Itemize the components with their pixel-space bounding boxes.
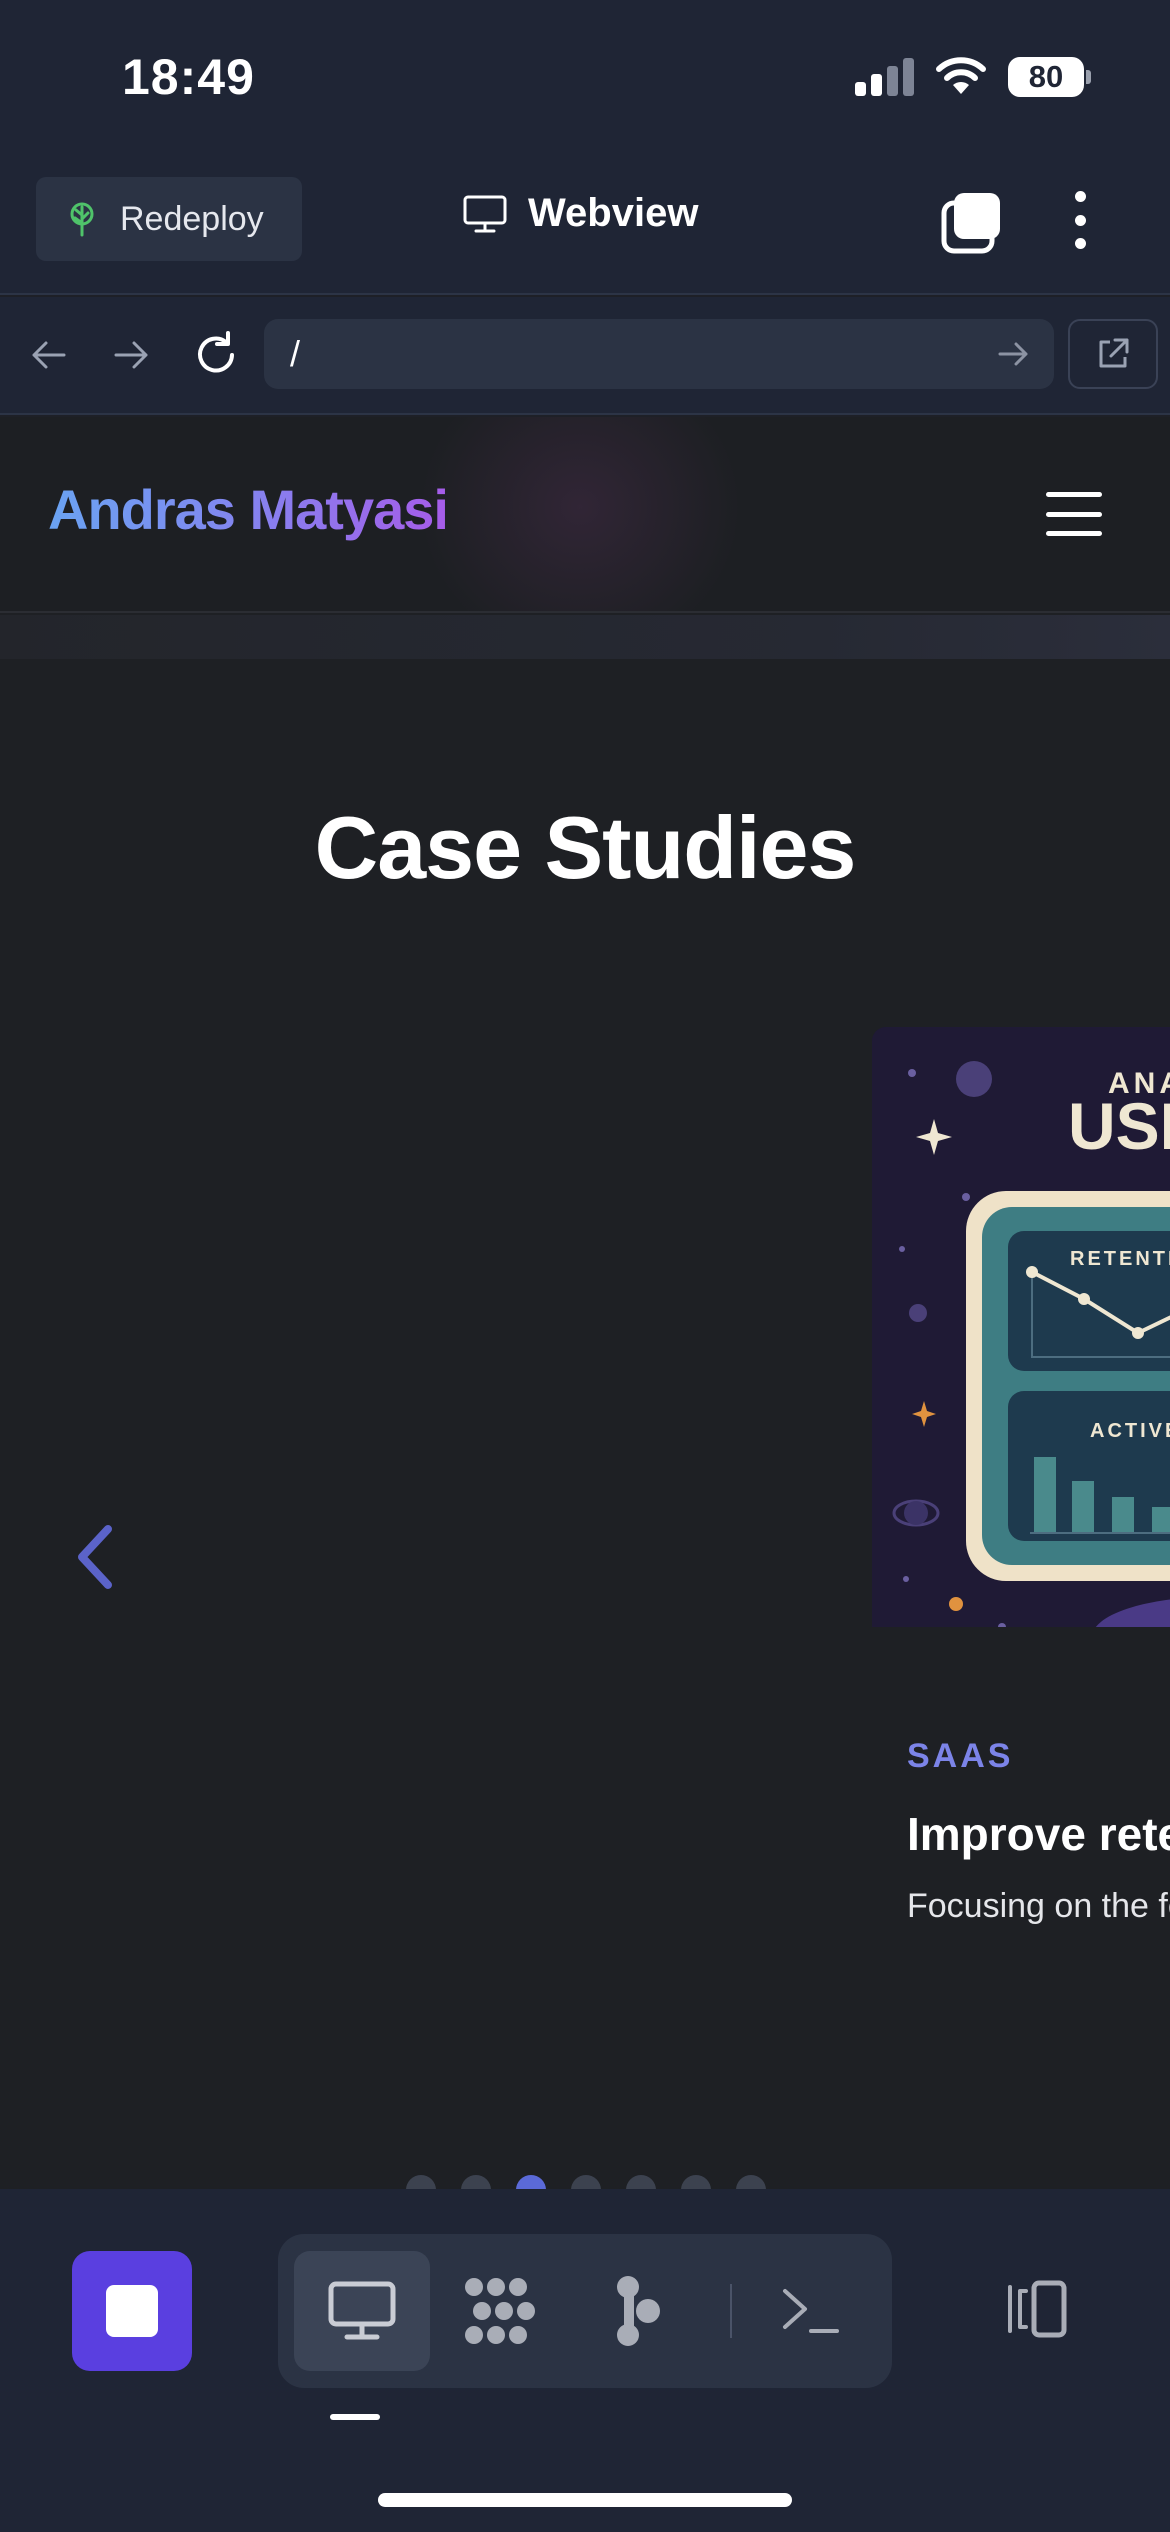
chevron-left-icon[interactable] (64, 1517, 124, 1597)
carousel-dot[interactable] (571, 2175, 601, 2189)
tool-assets[interactable] (432, 2251, 568, 2371)
carousel-dot[interactable] (461, 2175, 491, 2189)
status-time: 18:49 (122, 49, 255, 105)
terminal-icon (783, 2289, 839, 2333)
monitor-icon (463, 195, 507, 232)
active-tab-indicator (330, 2414, 380, 2420)
open-external-button[interactable] (1068, 319, 1158, 389)
art-panel-top-label: RETENTIO (1070, 1248, 1170, 1270)
wifi-icon (936, 57, 986, 94)
more-icon[interactable] (1060, 185, 1100, 255)
url-input[interactable]: / (264, 319, 1054, 389)
back-icon[interactable] (20, 327, 76, 383)
art-headline: USI (1068, 1089, 1170, 1163)
header-band (0, 615, 1170, 659)
battery-level: 80 (1008, 57, 1084, 97)
section-title: Case Studies (314, 798, 857, 897)
monitor-icon (328, 2281, 396, 2340)
card-tag: SAAS (907, 1737, 1014, 1775)
case-study-image: ANA USI RETENTIO ACTIVE (872, 1027, 1170, 1627)
url-value: / (290, 333, 301, 374)
tabs-icon[interactable] (940, 191, 1004, 255)
site-header: Andras Matyasi (0, 417, 1170, 613)
case-study-card[interactable]: ANA USI RETENTIO ACTIVE (872, 1027, 1170, 2047)
reload-icon[interactable] (188, 327, 244, 383)
stop-button[interactable] (72, 2251, 192, 2371)
stop-icon (106, 2285, 158, 2337)
forward-icon[interactable] (104, 327, 160, 383)
tool-separator (730, 2284, 732, 2338)
url-bar: / (0, 297, 1170, 415)
tool-shell[interactable] (742, 2251, 878, 2371)
carousel-dot-active[interactable] (516, 2175, 546, 2189)
go-icon[interactable] (996, 337, 1032, 371)
menu-icon[interactable] (1046, 492, 1102, 536)
carousel-dot[interactable] (626, 2175, 656, 2189)
side-panel-icon[interactable] (1000, 2277, 1072, 2341)
webview-content: Andras Matyasi Case Studies AN USI RETEN… (0, 417, 1170, 2189)
dots-grid-icon (465, 2278, 535, 2344)
app-bar: Redeploy Webview (0, 155, 1170, 295)
graph-icon (617, 2276, 660, 2346)
card-description: Focusing on the features (907, 1887, 1170, 1925)
tool-switcher (278, 2234, 892, 2388)
app-title-text: Webview (528, 191, 699, 235)
app-title: Webview (462, 191, 698, 236)
card-title[interactable]: Improve rete (907, 1807, 1170, 1861)
carousel-dot[interactable] (681, 2175, 711, 2189)
carousel-dots (406, 2175, 766, 2189)
art-panel-bottom-label: ACTIVE (1090, 1420, 1170, 1442)
status-bar: 18:49 80 (0, 0, 1170, 155)
redeploy-button[interactable]: Redeploy (36, 177, 302, 261)
site-brand[interactable]: Andras Matyasi (48, 477, 449, 542)
home-indicator (378, 2493, 792, 2507)
screen: 18:49 80 Redeploy Webview / Andras Matya… (0, 0, 1170, 2532)
carousel-dot[interactable] (736, 2175, 766, 2189)
tool-webview[interactable] (294, 2251, 430, 2371)
signal-icon (855, 58, 915, 96)
tool-git[interactable] (570, 2251, 706, 2371)
carousel-dot[interactable] (406, 2175, 436, 2189)
battery-icon: 80 (1008, 57, 1092, 97)
external-link-icon (1099, 338, 1129, 368)
tree-icon (70, 202, 94, 237)
redeploy-label: Redeploy (120, 199, 264, 238)
bottom-toolbar (0, 2189, 1170, 2532)
